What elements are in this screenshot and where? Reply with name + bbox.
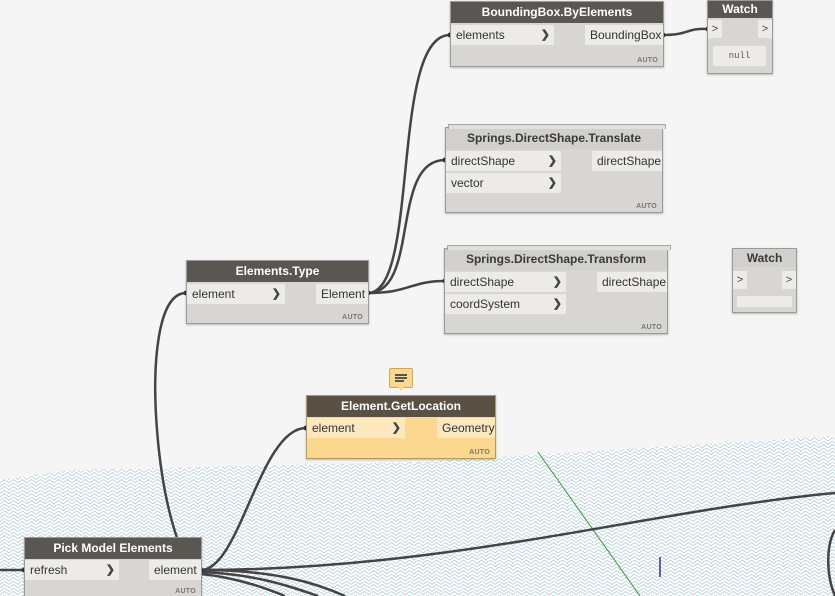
note-icon[interactable] bbox=[389, 368, 413, 391]
output-port-boundingbox[interactable]: BoundingBox bbox=[585, 25, 663, 45]
node-watch[interactable]: Watch > > bbox=[732, 248, 797, 313]
node-element-getlocation[interactable]: Element.GetLocation element ❯ Geometry A… bbox=[306, 395, 496, 459]
watch-value: null bbox=[713, 46, 766, 66]
port-label: directShape bbox=[450, 275, 515, 289]
graph-canvas[interactable]: BoundingBox.ByElements elements ❯ Boundi… bbox=[0, 0, 835, 596]
output-port-geometry[interactable]: Geometry bbox=[437, 418, 495, 438]
wire-bbox-watch bbox=[662, 27, 709, 37]
output-port-directshape[interactable]: directShape bbox=[597, 272, 667, 292]
input-port-vector[interactable]: vector ❯ bbox=[446, 173, 561, 193]
watch-output-port[interactable]: > bbox=[758, 20, 772, 38]
lacing-indicator[interactable]: AUTO bbox=[342, 314, 363, 321]
chevron-right-icon: ❯ bbox=[271, 288, 281, 300]
watch-input-port[interactable]: > bbox=[733, 271, 747, 289]
input-port-refresh[interactable]: refresh ❯ bbox=[25, 560, 119, 580]
node-title: Element.GetLocation bbox=[307, 396, 495, 417]
input-port-coordsystem[interactable]: coordSystem ❯ bbox=[445, 294, 566, 314]
node-title: Watch bbox=[733, 249, 796, 267]
input-port-element[interactable]: element ❯ bbox=[307, 418, 405, 438]
node-title: Springs.DirectShape.Transform bbox=[445, 249, 667, 270]
lacing-indicator[interactable]: AUTO bbox=[641, 324, 662, 331]
port-label: element bbox=[192, 287, 235, 301]
output-port-element[interactable]: Element bbox=[316, 284, 368, 304]
node-elements-type[interactable]: Elements.Type element ❯ Element AUTO bbox=[186, 260, 369, 324]
port-label: elements bbox=[456, 28, 505, 42]
input-port-elements[interactable]: elements ❯ bbox=[451, 25, 554, 45]
port-label: directShape bbox=[597, 154, 662, 168]
node-pick-model-elements[interactable]: Pick Model Elements refresh ❯ element AU… bbox=[24, 537, 202, 596]
port-label: refresh bbox=[30, 563, 68, 577]
port-label: Element bbox=[321, 287, 366, 301]
output-port-element[interactable]: element bbox=[149, 560, 201, 580]
node-title: BoundingBox.ByElements bbox=[451, 2, 663, 23]
port-label: BoundingBox bbox=[590, 28, 662, 42]
chevron-right-icon: ❯ bbox=[547, 155, 557, 167]
port-label: directShape bbox=[451, 154, 516, 168]
node-title: Pick Model Elements bbox=[25, 538, 201, 559]
node-watch[interactable]: Watch > > null bbox=[707, 0, 773, 74]
watch-output-port[interactable]: > bbox=[782, 271, 796, 289]
port-label: coordSystem bbox=[450, 297, 521, 311]
lacing-indicator[interactable]: AUTO bbox=[469, 449, 490, 456]
node-springs-directshape-transform[interactable]: Springs.DirectShape.Transform directShap… bbox=[444, 245, 671, 334]
lacing-indicator[interactable]: AUTO bbox=[636, 203, 657, 210]
wire-type-bbox bbox=[367, 33, 451, 295]
lacing-indicator[interactable]: AUTO bbox=[637, 57, 658, 64]
chevron-right-icon: ❯ bbox=[105, 564, 115, 576]
watch-value bbox=[737, 296, 792, 307]
port-label: element bbox=[312, 421, 355, 435]
port-label: Geometry bbox=[442, 421, 495, 435]
input-port-element[interactable]: element ❯ bbox=[187, 284, 285, 304]
node-boundingbox-byelements[interactable]: BoundingBox.ByElements elements ❯ Boundi… bbox=[450, 1, 664, 67]
output-port-directshape[interactable]: directShape bbox=[592, 151, 662, 171]
node-title: Springs.DirectShape.Translate bbox=[446, 128, 662, 149]
chevron-right-icon: ❯ bbox=[552, 298, 562, 310]
node-title: Elements.Type bbox=[187, 261, 368, 282]
background-geometry-preview bbox=[0, 26, 835, 596]
port-label: directShape bbox=[602, 275, 667, 289]
wire-type-translate bbox=[367, 158, 446, 295]
chevron-right-icon: ❯ bbox=[552, 276, 562, 288]
chevron-right-icon: ❯ bbox=[391, 422, 401, 434]
lacing-indicator[interactable]: AUTO bbox=[175, 588, 196, 595]
input-port-directshape[interactable]: directShape ❯ bbox=[445, 272, 566, 292]
chevron-right-icon: ❯ bbox=[547, 177, 557, 189]
input-port-directshape[interactable]: directShape ❯ bbox=[446, 151, 561, 171]
port-label: element bbox=[154, 563, 197, 577]
node-title: Watch bbox=[708, 1, 772, 18]
watch-input-port[interactable]: > bbox=[708, 20, 722, 38]
chevron-right-icon: ❯ bbox=[540, 29, 550, 41]
port-label: vector bbox=[451, 176, 484, 190]
node-springs-directshape-translate[interactable]: Springs.DirectShape.Translate directShap… bbox=[445, 124, 666, 213]
